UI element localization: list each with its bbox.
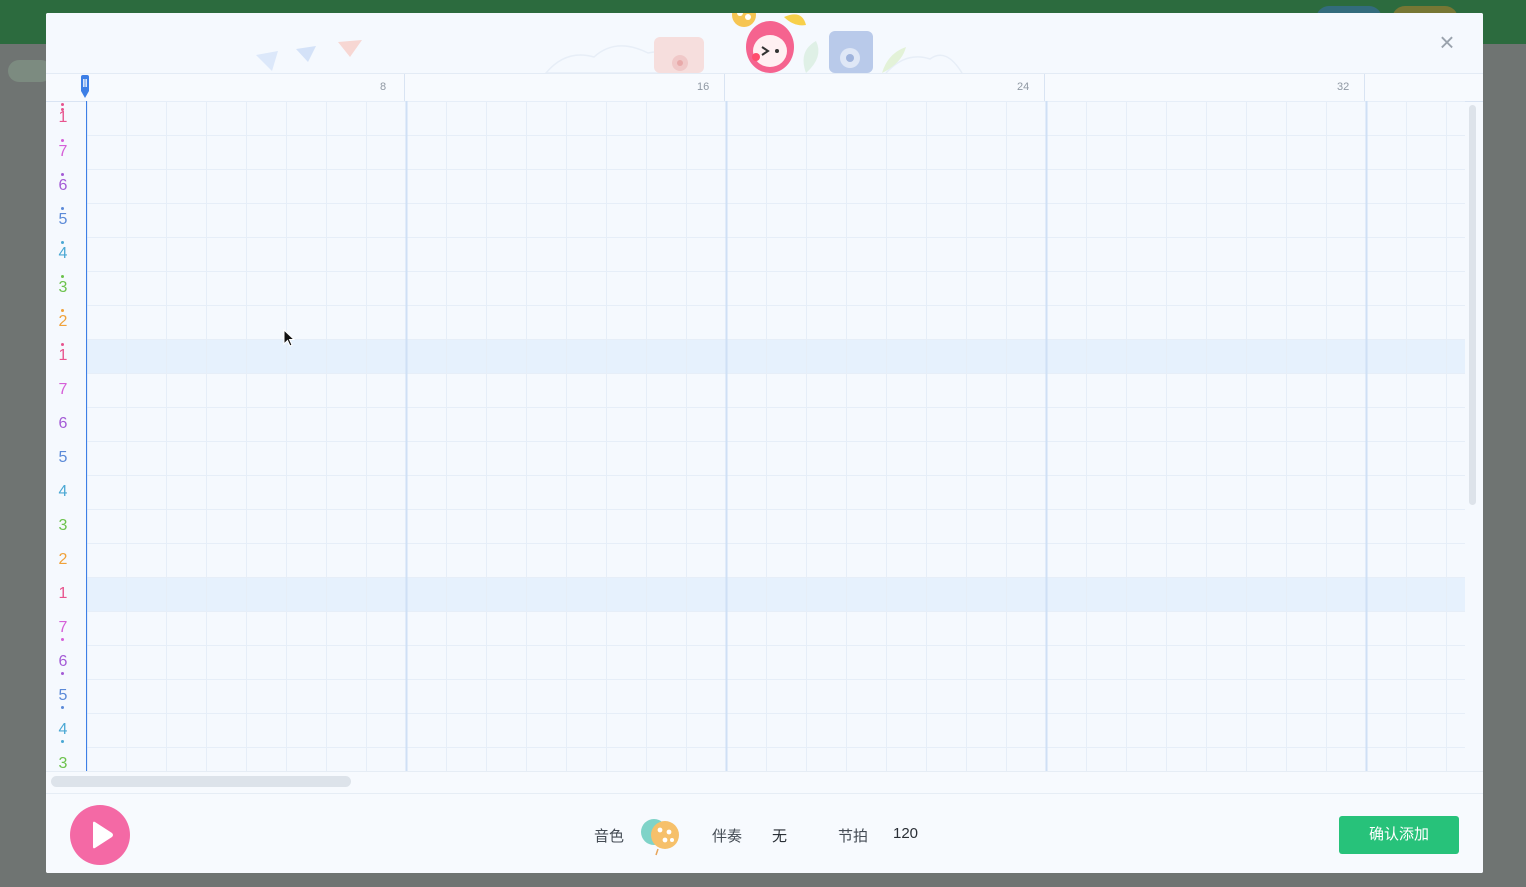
octave-dot — [61, 173, 64, 176]
note-label: 4 — [46, 237, 80, 271]
tempo-input[interactable]: 120 — [893, 825, 918, 842]
ruler-bar-line — [724, 74, 725, 101]
note-label: 2 — [58, 551, 68, 568]
ruler-label: 16 — [697, 81, 710, 93]
note-label: 2 — [46, 305, 80, 339]
note-label: 1 — [46, 101, 80, 135]
music-editor-dialog: × 8 16 24 32 17654321765432176543 音色 伴奏 … — [46, 13, 1483, 873]
ruler-label: 24 — [1017, 81, 1030, 93]
dialog-footer: 音色 伴奏 无 节拍 120 确认添加 — [46, 793, 1483, 873]
ruler-label: 32 — [1337, 81, 1350, 93]
octave-dot — [61, 241, 64, 244]
timeline-ruler[interactable]: 8 16 24 32 — [46, 73, 1483, 102]
note-label: 7 — [46, 611, 80, 645]
note-label: 5 — [46, 679, 80, 713]
play-icon — [93, 821, 113, 849]
mouse-cursor-icon — [283, 329, 296, 347]
accompaniment-select[interactable]: 无 — [772, 825, 787, 846]
octave-dot — [61, 103, 64, 106]
note-scale-column: 17654321765432176543 — [46, 101, 86, 783]
note-label: 5 — [46, 203, 80, 237]
octave-dot — [61, 672, 64, 675]
octave-dot — [61, 108, 64, 111]
highlight-row — [86, 577, 1465, 611]
note-label: 1 — [46, 339, 80, 373]
header-decoration-illustration — [256, 13, 963, 73]
octave-dot — [61, 740, 64, 743]
octave-dot — [61, 139, 64, 142]
ruler-bar-line — [1044, 74, 1045, 101]
octave-dot — [61, 207, 64, 210]
octave-dot — [61, 638, 64, 641]
close-button[interactable]: × — [1435, 29, 1459, 55]
confirm-add-button[interactable]: 确认添加 — [1339, 816, 1459, 854]
timbre-label: 音色 — [594, 828, 625, 845]
octave-dot — [61, 706, 64, 709]
note-label: 6 — [46, 169, 80, 203]
note-label: 4 — [58, 483, 68, 500]
playhead-handle[interactable] — [80, 75, 90, 100]
note-label: 6 — [58, 415, 68, 432]
tempo-label: 节拍 — [838, 828, 869, 845]
note-label: 4 — [46, 713, 80, 747]
horizontal-scrollbar[interactable] — [51, 776, 351, 787]
dialog-header: × — [46, 13, 1483, 73]
octave-dot — [61, 275, 64, 278]
vertical-scrollbar[interactable] — [1469, 105, 1476, 505]
note-label: 1 — [58, 585, 68, 602]
accompaniment-label: 伴奏 — [712, 828, 743, 845]
ruler-label: 8 — [380, 81, 387, 93]
note-label: 7 — [46, 135, 80, 169]
octave-dot — [61, 309, 64, 312]
play-button[interactable] — [70, 805, 130, 865]
note-label: 6 — [46, 645, 80, 679]
balloon-icon[interactable] — [638, 816, 684, 856]
ruler-bar-line — [404, 74, 405, 101]
note-label: 7 — [58, 381, 68, 398]
note-label: 3 — [58, 517, 68, 534]
note-grid[interactable] — [86, 101, 1466, 783]
note-label: 3 — [46, 271, 80, 305]
ruler-bar-line — [1364, 74, 1365, 101]
octave-dot — [61, 343, 64, 346]
note-label: 5 — [58, 449, 68, 466]
